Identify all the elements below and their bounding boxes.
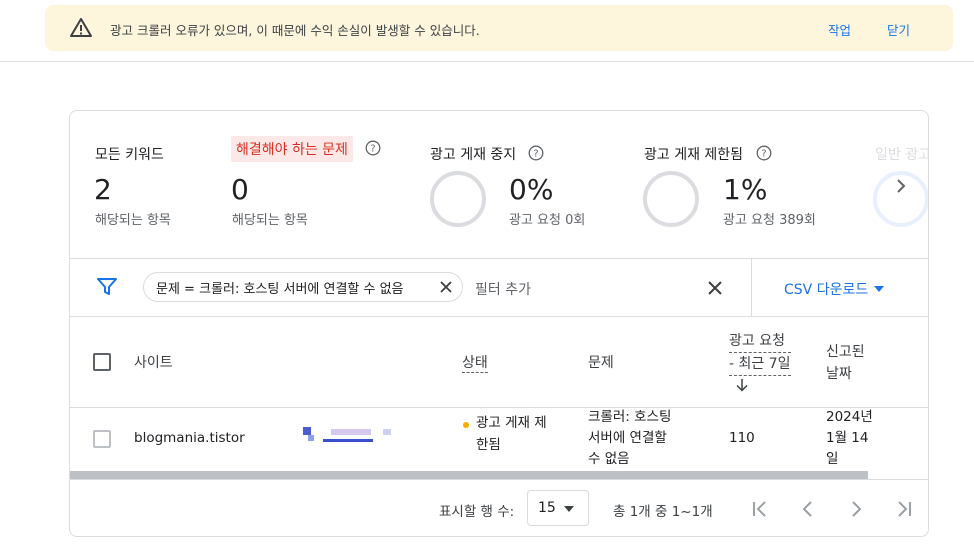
last-page-icon[interactable] <box>893 498 915 520</box>
header-line: 신고된 <box>826 344 865 360</box>
summary-label: 광고 게재 중지 <box>430 147 517 163</box>
help-icon[interactable]: ? <box>365 140 381 156</box>
column-header-issue[interactable]: 문제 <box>588 352 614 372</box>
issue-line: 서버에 연결할 <box>588 430 667 446</box>
header-line: - 최근 7일 <box>729 353 791 376</box>
summary-label: 일반 광고 <box>875 147 929 163</box>
summary-sub: 광고 요청 0회 <box>509 213 586 228</box>
banner-action-link[interactable]: 작업 <box>828 20 851 39</box>
column-header-ad-requests[interactable]: 광고 요청 - 최근 7일 <box>729 330 791 398</box>
status-dot <box>463 422 469 428</box>
first-page-icon[interactable] <box>749 498 771 520</box>
summary-sub: 해당되는 항목 <box>232 213 308 228</box>
site-link[interactable]: blogmania.tistor <box>134 428 245 449</box>
banner-close-link[interactable]: 닫기 <box>887 20 910 39</box>
table-header-divider <box>70 407 928 408</box>
summary-sub: 광고 요청 389회 <box>723 213 816 228</box>
rows-per-page-value: 15 <box>538 500 556 516</box>
summary-sub: 해당되는 항목 <box>95 213 171 228</box>
progress-ring <box>430 171 486 227</box>
progress-ring <box>643 171 699 227</box>
date-line: 2024년 <box>826 409 873 425</box>
filter-chip[interactable]: 문제 = 크롤러: 호스팅 서버에 연결할 수 없음 <box>143 272 463 302</box>
column-header-status[interactable]: 상태 <box>462 352 488 373</box>
header-line: 광고 요청 <box>729 330 791 353</box>
status-line: 한됨 <box>476 437 501 453</box>
ad-requests-value: 110 <box>729 430 755 446</box>
issue-line: 크롤러: 호스팅 <box>588 409 672 425</box>
status-line: 광고 게재 제 <box>476 415 547 431</box>
svg-text:?: ? <box>370 144 375 155</box>
filter-icon[interactable] <box>97 278 117 296</box>
summary-value: 0% <box>509 173 554 206</box>
date-line: 일 <box>826 451 839 467</box>
date-line: 1월 14 <box>826 430 869 446</box>
banner-message: 광고 크롤러 오류가 있으며, 이 때문에 수익 손실이 발생할 수 있습니다. <box>110 23 480 38</box>
redacted-cell <box>303 427 393 443</box>
warning-icon <box>70 18 92 37</box>
select-all-checkbox[interactable] <box>93 353 111 371</box>
issue-line: 수 없음 <box>588 451 630 467</box>
issues-tag: 해결해야 하는 문제 <box>231 136 353 162</box>
caret-down-icon <box>874 286 885 292</box>
issue-cell: 크롤러: 호스팅 서버에 연결할 수 없음 <box>588 407 671 470</box>
column-header-site[interactable]: 사이트 <box>134 352 173 372</box>
clear-filters-icon[interactable] <box>707 280 723 296</box>
previous-page-icon[interactable] <box>797 498 819 520</box>
table-footer-divider <box>70 479 928 480</box>
reported-date-cell: 2024년 1월 14 일 <box>826 407 873 470</box>
row-checkbox[interactable] <box>93 430 111 448</box>
summary-value: 1% <box>723 173 768 206</box>
filter-chip-label: 문제 = 크롤러: 호스팅 서버에 연결할 수 없음 <box>156 281 404 297</box>
filter-divider <box>751 259 752 316</box>
summary-value: 0 <box>231 173 249 206</box>
warning-banner: 광고 크롤러 오류가 있으며, 이 때문에 수익 손실이 발생할 수 있습니다.… <box>45 5 953 51</box>
filter-divider-bottom <box>70 316 928 317</box>
csv-download-label: CSV 다운로드 <box>784 282 869 298</box>
status-cell: 광고 게재 제 한됨 <box>476 413 547 456</box>
rows-per-page-label: 표시할 행 수: <box>439 504 515 520</box>
caret-down-icon <box>564 506 574 512</box>
next-page-icon[interactable] <box>845 498 867 520</box>
close-icon[interactable] <box>438 279 454 295</box>
svg-text:?: ? <box>761 149 766 160</box>
help-icon[interactable]: ? <box>528 145 544 161</box>
section-divider <box>70 258 928 259</box>
svg-text:?: ? <box>533 149 538 160</box>
add-filter-input[interactable]: 필터 추가 <box>475 279 531 299</box>
pagination-range: 총 1개 중 1~1개 <box>613 504 713 520</box>
csv-download-button[interactable]: CSV 다운로드 <box>784 279 885 299</box>
arrow-down-icon <box>736 379 748 392</box>
summary-value: 2 <box>94 173 112 206</box>
summary-label: 광고 게재 제한됨 <box>644 147 744 163</box>
chevron-right-icon[interactable] <box>887 172 915 200</box>
summary-label: 모든 키워드 <box>95 147 164 163</box>
rows-per-page-select[interactable]: 15 <box>527 490 589 526</box>
horizontal-scrollbar[interactable] <box>70 471 868 479</box>
help-icon[interactable]: ? <box>756 145 772 161</box>
header-divider <box>0 61 974 62</box>
column-header-reported-date[interactable]: 신고된 날짜 <box>826 341 865 385</box>
report-card: 모든 키워드 2 해당되는 항목 해결해야 하는 문제 ? 0 해당되는 항목 … <box>69 110 929 537</box>
header-line: 날짜 <box>826 366 852 382</box>
